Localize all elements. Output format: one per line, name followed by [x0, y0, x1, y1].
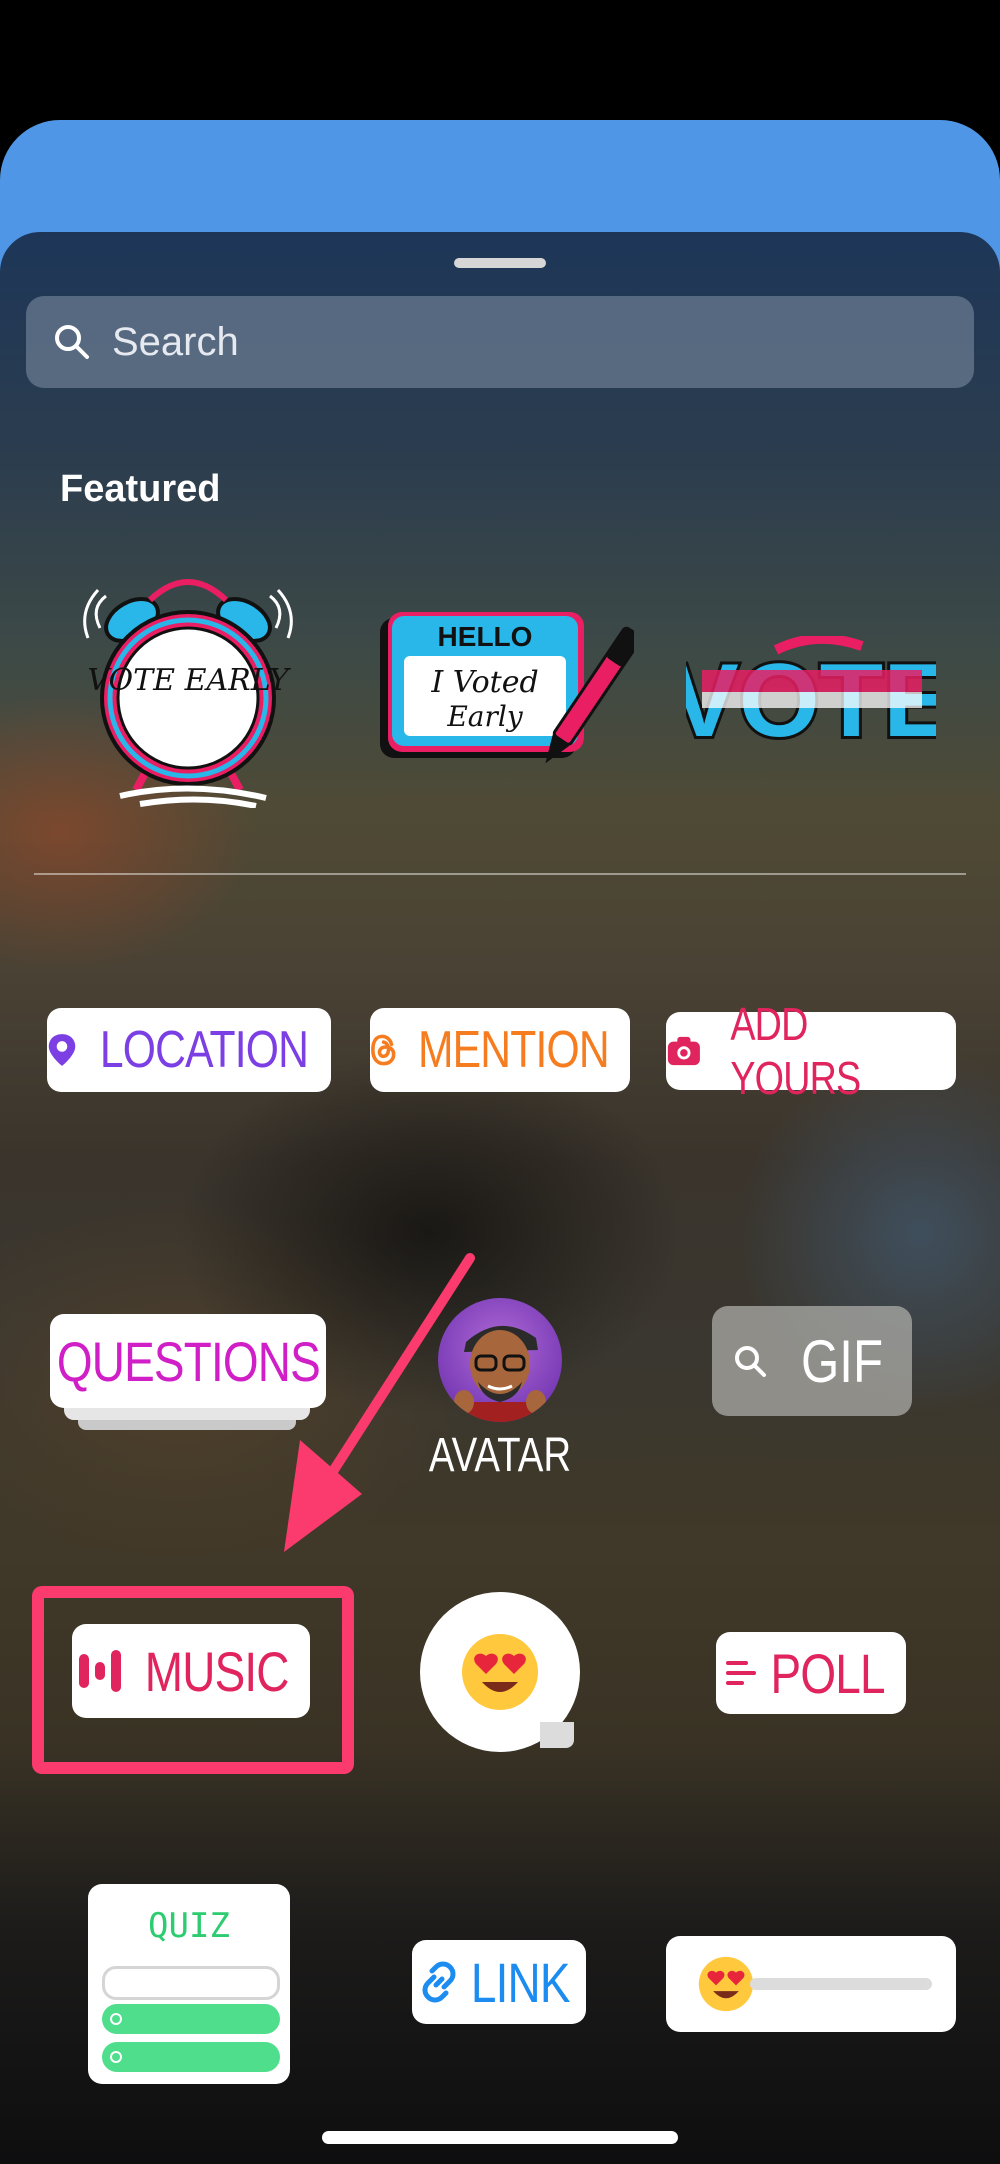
- annotation-arrow: [284, 1253, 475, 1552]
- music-highlight-frame: [32, 1586, 354, 1774]
- home-indicator[interactable]: [322, 2131, 678, 2144]
